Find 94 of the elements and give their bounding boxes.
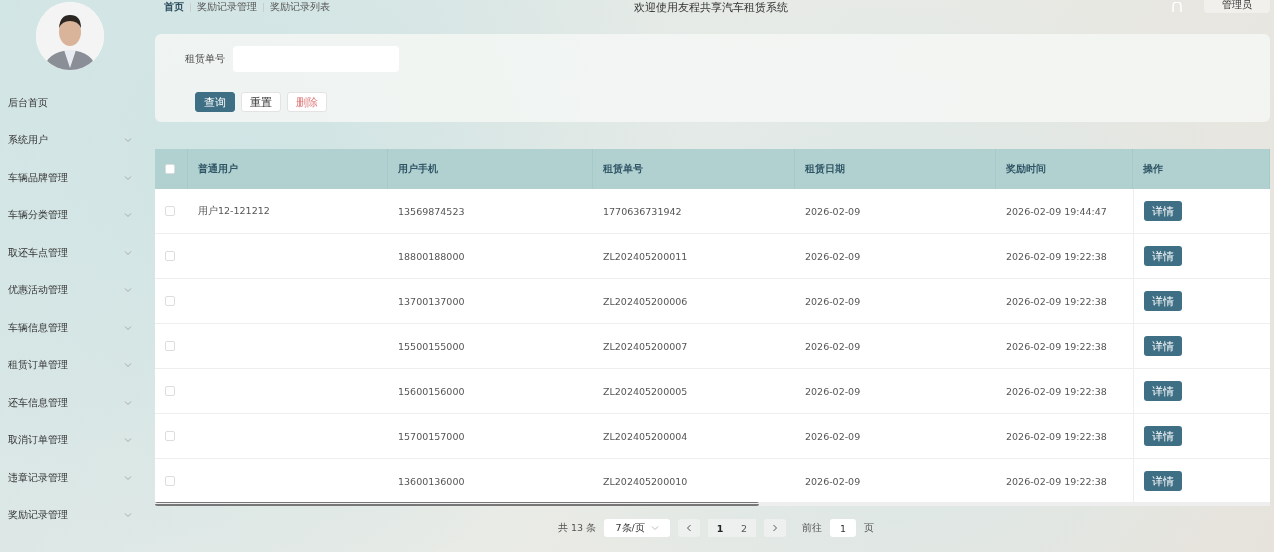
table-cell: 用户12-121212 [198,204,270,218]
row-checkbox[interactable] [165,251,175,261]
table-cell: 2026-02-09 19:22:38 [1006,430,1107,442]
chevron-icon [124,398,132,407]
chevron-icon [124,323,132,332]
chevron-icon [124,286,132,295]
table-cell: 13600136000 [398,475,465,487]
row-checkbox[interactable] [165,341,175,351]
table-cell: 13569874523 [398,205,465,217]
scrollbar-thumb[interactable] [155,502,759,506]
detail-button[interactable]: 详情 [1144,471,1182,491]
table-cell: 2026-02-09 19:22:38 [1006,250,1107,262]
search-button[interactable]: 查询 [195,92,235,112]
goto-suffix: 页 [864,521,875,535]
select-all-checkbox[interactable] [165,164,175,174]
table-cell: 15500155000 [398,340,465,352]
sidebar-item[interactable]: 后台首页 [0,84,148,122]
goto-label: 前往 [802,521,823,535]
next-page-button[interactable] [764,519,787,537]
detail-button[interactable]: 详情 [1144,381,1182,401]
table-cell: 18800188000 [398,250,465,262]
sidebar-item[interactable]: 车辆分类管理 [0,196,148,234]
table-cell: 2026-02-09 [805,205,861,217]
table-cell: ZL202405200006 [603,295,688,307]
page-title: 欢迎使用友程共享汽车租赁系统 [633,0,789,15]
detail-button[interactable]: 详情 [1144,201,1182,221]
column-header: 操作 [1133,149,1270,189]
table-cell: 2026-02-09 [805,385,861,397]
total-count: 共 13 条 [558,521,597,535]
sidebar-item[interactable]: 取消订单管理 [0,421,148,459]
table-cell: 2026-02-09 [805,295,861,307]
table-cell: 2026-02-09 19:22:38 [1006,475,1107,487]
table-cell: ZL202405200007 [603,340,688,352]
breadcrumb-item[interactable]: 首页 [164,0,184,14]
page-number[interactable]: 1 [708,519,733,537]
chevron-icon [124,136,132,145]
row-checkbox[interactable] [165,476,175,486]
table-cell: 2026-02-09 [805,250,861,262]
sidebar-item[interactable]: 优惠活动管理 [0,271,148,309]
chevron-icon [124,511,132,520]
detail-button[interactable]: 详情 [1144,246,1182,266]
table-cell: 2026-02-09 19:22:38 [1006,340,1107,352]
page-input[interactable]: 1 [830,519,857,537]
row-checkbox[interactable] [165,386,175,396]
row-checkbox[interactable] [165,431,175,441]
detail-button[interactable]: 详情 [1144,336,1182,356]
table-cell: 13700137000 [398,295,465,307]
chevron-icon [124,248,132,257]
chevron-icon [124,361,132,370]
table-cell: ZL202405200004 [603,430,688,442]
sidebar-item[interactable]: 奖励记录管理 [0,496,148,534]
table-cell: ZL202405200011 [603,250,688,262]
table-cell: 2026-02-09 [805,340,861,352]
row-checkbox[interactable] [165,296,175,306]
table-cell: 2026-02-09 19:44:47 [1006,205,1107,217]
chevron-icon [124,211,132,220]
table-cell: 15700157000 [398,430,465,442]
sidebar-item[interactable]: 还车信息管理 [0,384,148,422]
table-cell: 2026-02-09 [805,475,861,487]
table-cell: 2026-02-09 19:22:38 [1006,385,1107,397]
chevron-icon [124,473,132,482]
sidebar-item[interactable]: 取还车点管理 [0,234,148,272]
page-size-select[interactable]: 7条/页 [604,519,671,537]
reset-button[interactable]: 重置 [241,92,281,112]
detail-button[interactable]: 详情 [1144,426,1182,446]
chevron-icon [650,524,659,532]
table-cell: 1770636731942 [603,205,682,217]
row-checkbox[interactable] [165,206,175,216]
sidebar-item[interactable]: 租赁订单管理 [0,346,148,384]
table-cell: ZL202405200005 [603,385,688,397]
sidebar-item[interactable]: 车辆品牌管理 [0,159,148,197]
sidebar-item[interactable]: 车辆信息管理 [0,309,148,347]
prev-page-button[interactable] [678,519,701,537]
field-label: 租赁单号 [185,52,225,66]
breadcrumb-item[interactable]: 奖励记录管理 [197,0,257,14]
column-header: 用户手机 [388,149,593,189]
column-header: 租赁日期 [795,149,996,189]
sidebar-item[interactable]: 违章记录管理 [0,459,148,497]
column-header: 租赁单号 [593,149,795,189]
chevron-icon [124,436,132,445]
chevron-icon [685,524,694,532]
column-header: 普通用户 [188,149,388,189]
detail-button[interactable]: 详情 [1144,291,1182,311]
chevron-icon [771,524,780,532]
page-number[interactable]: 2 [732,519,757,537]
table-cell: 2026-02-09 19:22:38 [1006,295,1107,307]
table-cell: 2026-02-09 [805,430,861,442]
table-cell: ZL202405200010 [603,475,688,487]
breadcrumb-item[interactable]: 奖励记录列表 [270,0,330,14]
sidebar-item[interactable]: 系统用户 [0,121,148,159]
chevron-icon [124,173,132,182]
user-button[interactable]: 管理员 [1204,0,1270,13]
column-header: 奖励时间 [996,149,1133,189]
table-cell: 15600156000 [398,385,465,397]
